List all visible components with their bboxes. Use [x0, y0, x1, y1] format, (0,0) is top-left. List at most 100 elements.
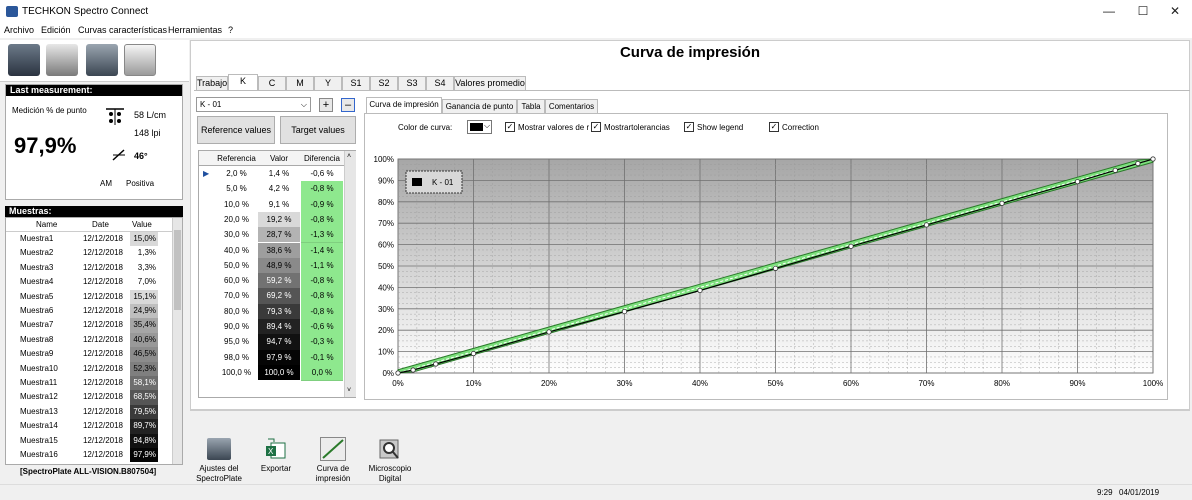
subtab-ganancia[interactable]: Ganancia de punto	[442, 99, 517, 113]
tab-s2[interactable]: S2	[370, 76, 398, 90]
menu-help[interactable]: ?	[228, 25, 233, 35]
scanner-icon[interactable]	[86, 44, 118, 76]
sample-row[interactable]: Muestra15 12/12/2018 94,8%	[6, 433, 172, 448]
sample-value: 15,0%	[130, 232, 158, 247]
x-tick-label: 20%	[541, 379, 557, 388]
samples-scrollbar[interactable]	[172, 218, 182, 464]
curve-select[interactable]: K - 01 ⌵	[196, 97, 311, 112]
col-referencia[interactable]: Referencia	[216, 151, 257, 166]
menu-herramientas[interactable]: Herramientas	[168, 25, 222, 35]
sample-row[interactable]: Muestra4 12/12/2018 7,0%	[6, 275, 172, 290]
export-button[interactable]: Exportar	[250, 464, 302, 474]
sample-value: 3,3%	[130, 260, 158, 276]
table-row[interactable]: 30,0 % 28,7 % -1,3 %	[200, 227, 356, 244]
subtab-comentarios[interactable]: Comentarios	[545, 99, 598, 113]
table-scrollbar[interactable]: ˄ ˅	[344, 151, 356, 397]
tab-s1[interactable]: S1	[342, 76, 370, 90]
menu-edicion[interactable]: Edición	[41, 25, 71, 35]
tab-s3[interactable]: S3	[398, 76, 426, 90]
scroll-up-icon[interactable]: ˄	[347, 153, 351, 160]
plate-settings-icon[interactable]	[207, 438, 231, 460]
table-row[interactable]: 98,0 % 97,9 % -0,1 %	[200, 349, 356, 366]
target-values-button[interactable]: Target values	[280, 116, 356, 144]
show-values-checkbox[interactable]: ✓	[505, 122, 515, 132]
x-tick-label: 0%	[392, 379, 404, 388]
maximize-button[interactable]: ☐	[1126, 0, 1160, 23]
sample-row[interactable]: Muestra6 12/12/2018 24,9%	[6, 304, 172, 319]
show-tolerances-checkbox[interactable]: ✓	[591, 122, 601, 132]
reference-values-button[interactable]: Reference values	[197, 116, 275, 144]
table-row[interactable]: 5,0 % 4,2 % -0,8 %	[200, 181, 356, 198]
sample-row[interactable]: Muestra12 12/12/2018 68,5%	[6, 390, 172, 405]
col-value[interactable]: Value	[132, 218, 152, 232]
remove-curve-button[interactable]: –	[341, 98, 355, 112]
microscope-icon[interactable]	[378, 438, 402, 460]
cell-referencia: 100,0 %	[221, 367, 252, 377]
table-row[interactable]: 10,0 % 9,1 % -0,9 %	[200, 196, 356, 213]
tab-c[interactable]: C	[258, 76, 286, 90]
microscope-button[interactable]: Microscopio Digital	[362, 464, 418, 484]
samples-scroll-thumb[interactable]	[174, 230, 181, 310]
tab-y[interactable]: Y	[314, 76, 342, 90]
sample-row[interactable]: Muestra3 12/12/2018 3,3%	[6, 260, 172, 276]
table-row[interactable]: 20,0 % 19,2 % -0,8 %	[200, 211, 356, 229]
sample-name: Muestra12	[20, 392, 58, 402]
print-curve-button[interactable]: Curva de impresión	[306, 464, 360, 484]
title-bar	[0, 0, 1192, 23]
device-icon[interactable]	[8, 44, 40, 76]
table-row[interactable]: 60,0 % 59,2 % -0,8 %	[200, 273, 356, 290]
sample-row[interactable]: Muestra7 12/12/2018 35,4%	[6, 318, 172, 333]
sample-row[interactable]: Muestra14 12/12/2018 89,7%	[6, 419, 172, 434]
export-icon[interactable]: X	[264, 438, 288, 460]
sample-row[interactable]: Muestra9 12/12/2018 46,5%	[6, 347, 172, 362]
sample-row[interactable]: Muestra8 12/12/2018 40,6%	[6, 332, 172, 348]
close-button[interactable]: ✕	[1158, 0, 1192, 23]
cell-valor: 1,4 %	[258, 166, 300, 182]
add-curve-button[interactable]: +	[319, 98, 333, 112]
menu-curvas[interactable]: Curvas características	[78, 25, 167, 35]
sample-value: 15,1%	[130, 289, 158, 304]
plate-settings-button[interactable]: Ajustes del SpectroPlate	[192, 464, 246, 484]
sample-value: 7,0%	[130, 275, 158, 290]
sample-row[interactable]: Muestra2 12/12/2018 1,3%	[6, 246, 172, 261]
table-row[interactable]: 90,0 % 89,4 % -0,6 %	[200, 319, 356, 336]
minimize-button[interactable]: —	[1092, 0, 1126, 23]
subtab-curva[interactable]: Curva de impresión	[366, 97, 442, 113]
col-name[interactable]: Name	[36, 218, 57, 232]
print-curve-label-1: Curva de	[316, 464, 350, 473]
curve-color-picker[interactable]: ⌵	[467, 120, 492, 134]
table-row[interactable]: 2,0 % 1,4 % -0,6 %	[200, 166, 356, 183]
sample-row[interactable]: Muestra5 12/12/2018 15,1%	[6, 289, 172, 304]
tab-trabajo[interactable]: Trabajo	[196, 76, 228, 90]
tab-valores-promedio[interactable]: Valores promedio	[454, 76, 526, 90]
table-row[interactable]: 70,0 % 69,2 % -0,8 %	[200, 288, 356, 305]
menu-archivo[interactable]: Archivo	[4, 25, 34, 35]
subtab-tabla[interactable]: Tabla	[517, 99, 545, 113]
col-date[interactable]: Date	[92, 218, 109, 232]
show-legend-checkbox[interactable]: ✓	[684, 122, 694, 132]
sample-row[interactable]: Muestra10 12/12/2018 52,3%	[6, 361, 172, 376]
col-diferencia[interactable]: Diferencia	[301, 151, 343, 166]
tab-s4[interactable]: S4	[426, 76, 454, 90]
data-point	[433, 361, 439, 367]
tab-m[interactable]: M	[286, 76, 314, 90]
sample-row[interactable]: Muestra16 12/12/2018 97,9%	[6, 448, 172, 463]
camera-device-icon[interactable]	[46, 44, 78, 76]
table-row[interactable]: 40,0 % 38,6 % -1,4 %	[200, 242, 356, 259]
correction-checkbox[interactable]: ✓	[769, 122, 779, 132]
table-row[interactable]: 80,0 % 79,3 % -0,8 %	[200, 303, 356, 320]
tab-k[interactable]: K	[228, 74, 258, 90]
scroll-down-icon[interactable]: ˅	[347, 387, 351, 394]
sample-row[interactable]: Muestra1 12/12/2018 15,0%	[6, 232, 172, 247]
table-row[interactable]: 100,0 % 100,0 % 0,0 %	[200, 364, 356, 382]
sample-row[interactable]: Muestra13 12/12/2018 79,5%	[6, 404, 172, 420]
correction-label: Correction	[782, 123, 819, 132]
sample-row[interactable]: Muestra11 12/12/2018 58,1%	[6, 376, 172, 391]
table-row[interactable]: 95,0 % 94,7 % -0,3 %	[200, 334, 356, 351]
print-curve-icon[interactable]	[320, 437, 346, 461]
sample-date: 12/12/2018	[82, 450, 124, 459]
col-valor[interactable]: Valor	[258, 151, 300, 166]
cell-diferencia: -0,8 %	[301, 273, 343, 290]
table-row[interactable]: 50,0 % 48,9 % -1,1 %	[200, 257, 356, 275]
plate-device-icon[interactable]	[124, 44, 156, 76]
